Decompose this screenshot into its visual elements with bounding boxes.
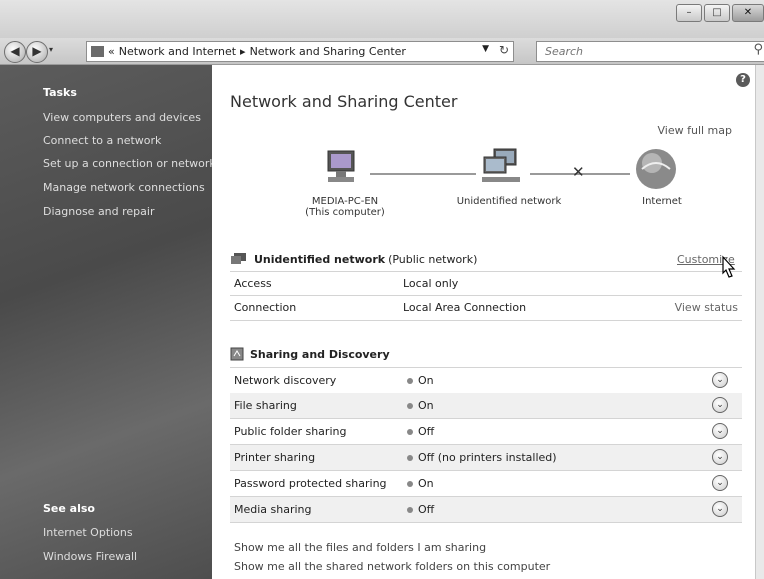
- share-row-printer: Printer sharing Off (no printers install…: [230, 445, 742, 471]
- share-row-media: Media sharing Off ⌄: [230, 497, 742, 523]
- tasks-heading: Tasks: [43, 86, 77, 99]
- status-dot-icon: [407, 455, 413, 461]
- address-dropdown-icon[interactable]: ▼: [482, 44, 489, 54]
- status-dot-icon: [407, 481, 413, 487]
- share-status: On: [418, 374, 434, 387]
- vertical-scrollbar[interactable]: [755, 65, 764, 579]
- network-folder-icon: [91, 46, 104, 57]
- breadcrumb-network-and-internet[interactable]: Network and Internet: [119, 45, 236, 58]
- see-also-heading: See also: [43, 502, 95, 515]
- status-dot-icon: [407, 403, 413, 409]
- close-button[interactable]: ✕: [732, 4, 764, 22]
- breadcrumb-network-sharing-center[interactable]: Network and Sharing Center: [250, 45, 406, 58]
- network-icon[interactable]: [480, 147, 524, 187]
- task-manage-connections[interactable]: Manage network connections: [43, 181, 205, 194]
- see-also-windows-firewall[interactable]: Windows Firewall: [43, 550, 137, 563]
- recent-pages-dropdown-icon[interactable]: ▾: [49, 45, 53, 54]
- expand-chevron-icon[interactable]: ⌄: [712, 397, 728, 413]
- back-button[interactable]: ◀: [4, 41, 26, 63]
- share-label: Public folder sharing: [234, 425, 347, 438]
- connection-value: Local Area Connection: [403, 301, 527, 314]
- network-name: Unidentified network: [254, 252, 386, 266]
- connection-line-computer-network: [370, 173, 476, 175]
- share-status: Off: [418, 503, 435, 516]
- share-status: Off: [418, 425, 435, 438]
- share-row-network-discovery: Network discovery On ⌄: [230, 367, 742, 394]
- network-section-header: Unidentified network (Public network): [230, 252, 477, 266]
- internet-globe-icon[interactable]: [634, 147, 680, 191]
- view-full-map-link[interactable]: View full map: [658, 124, 733, 137]
- expand-chevron-icon[interactable]: ⌄: [712, 423, 728, 439]
- status-dot-icon: [407, 378, 413, 384]
- maximize-button[interactable]: □: [704, 4, 730, 22]
- share-row-public-folder: Public folder sharing Off ⌄: [230, 419, 742, 445]
- task-diagnose-repair[interactable]: Diagnose and repair: [43, 205, 155, 218]
- search-icon[interactable]: ⚲: [753, 42, 763, 57]
- status-dot-icon: [407, 429, 413, 435]
- share-status: On: [418, 399, 434, 412]
- expand-chevron-icon[interactable]: ⌄: [712, 449, 728, 465]
- sharing-section-header: Sharing and Discovery: [230, 347, 390, 361]
- task-setup-connection[interactable]: Set up a connection or network: [43, 157, 216, 170]
- status-dot-icon: [407, 507, 413, 513]
- view-status-link[interactable]: View status: [675, 301, 738, 314]
- share-row-file-sharing: File sharing On ⌄: [230, 393, 742, 419]
- share-label: File sharing: [234, 399, 297, 412]
- connection-label: Connection: [234, 301, 297, 314]
- search-input[interactable]: [543, 44, 727, 59]
- computer-icon[interactable]: [324, 149, 362, 189]
- share-label: Password protected sharing: [234, 477, 387, 490]
- no-connection-icon: ✕: [572, 163, 585, 181]
- share-status: Off (no printers installed): [418, 451, 557, 464]
- network-type: (Public network): [388, 252, 478, 266]
- expand-chevron-icon[interactable]: ⌄: [712, 475, 728, 491]
- share-label: Network discovery: [234, 374, 337, 387]
- network-row-access: Access Local only: [230, 271, 742, 296]
- computer-label: MEDIA-PC-EN (This computer): [300, 196, 390, 218]
- address-bar[interactable]: « Network and Internet ▸ Network and Sha…: [86, 41, 514, 62]
- address-toolbar: ◀ ▶ ▾ « Network and Internet ▸ Network a…: [0, 38, 764, 65]
- breadcrumb-separator: ▸: [240, 45, 246, 58]
- refresh-icon[interactable]: ↻: [499, 43, 509, 57]
- internet-label: Internet: [642, 196, 682, 207]
- page-title: Network and Sharing Center: [230, 92, 458, 111]
- search-box[interactable]: ⚲: [536, 41, 764, 62]
- share-label: Printer sharing: [234, 451, 316, 464]
- minimize-button[interactable]: –: [676, 4, 702, 22]
- expand-chevron-icon[interactable]: ⌄: [712, 501, 728, 517]
- address-prefix: «: [108, 45, 115, 58]
- title-bar: – □ ✕: [0, 0, 764, 38]
- task-connect-network[interactable]: Connect to a network: [43, 134, 161, 147]
- access-value: Local only: [403, 277, 459, 290]
- show-shared-folders-link[interactable]: Show me all the shared network folders o…: [234, 560, 550, 573]
- share-row-password: Password protected sharing On ⌄: [230, 471, 742, 497]
- forward-button[interactable]: ▶: [26, 41, 48, 63]
- main-content: ? Network and Sharing Center View full m…: [212, 65, 756, 579]
- network-name-label: Unidentified network: [456, 196, 562, 207]
- task-view-computers[interactable]: View computers and devices: [43, 111, 201, 124]
- computer-name: MEDIA-PC-EN: [311, 196, 379, 207]
- network-small-icon: [231, 253, 246, 264]
- sharing-icon: [230, 347, 244, 361]
- mouse-pointer-icon: [722, 255, 736, 278]
- share-status: On: [418, 477, 434, 490]
- share-label: Media sharing: [234, 503, 312, 516]
- access-label: Access: [234, 277, 272, 290]
- network-row-connection: Connection Local Area Connection View st…: [230, 295, 742, 321]
- expand-chevron-icon[interactable]: ⌄: [712, 372, 728, 388]
- tasks-sidebar: Tasks View computers and devices Connect…: [0, 65, 216, 579]
- sharing-heading: Sharing and Discovery: [250, 347, 390, 361]
- see-also-internet-options[interactable]: Internet Options: [43, 526, 133, 539]
- computer-sub: (This computer): [305, 207, 385, 218]
- show-shared-files-link[interactable]: Show me all the files and folders I am s…: [234, 541, 486, 554]
- window-controls: – □ ✕: [676, 4, 764, 22]
- help-icon[interactable]: ?: [736, 73, 750, 87]
